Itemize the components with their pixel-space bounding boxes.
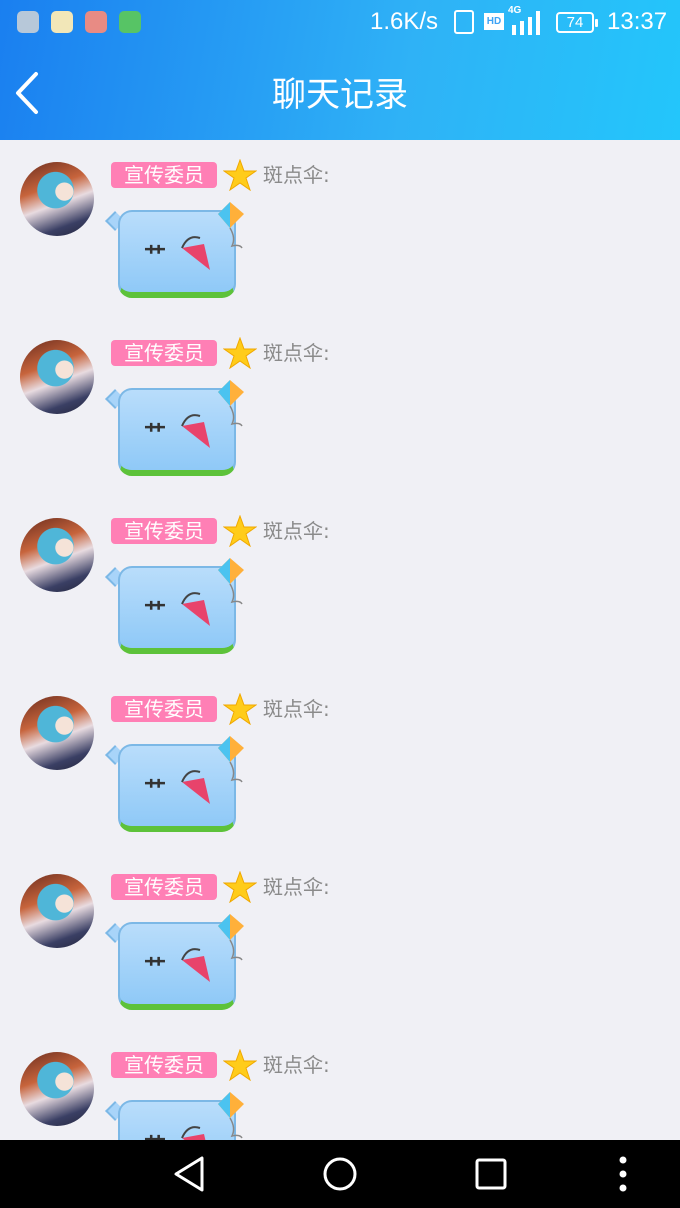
hd-icon: HD: [484, 13, 504, 30]
sender-name: 斑点伞:: [263, 519, 330, 543]
list-item: 宣传委员 斑点伞: 艹: [0, 674, 680, 852]
kite-icon: [218, 202, 244, 249]
message-bubble[interactable]: 艹: [105, 912, 250, 1024]
role-badge: 宣传委员: [111, 162, 217, 188]
star-icon: [223, 159, 257, 191]
wechat-icon: [119, 11, 141, 33]
message-text: 艹: [144, 422, 166, 447]
signal-icon: [512, 11, 540, 35]
list-item: 宣传委员 斑点伞: 艹: [0, 496, 680, 674]
sender-name: 斑点伞:: [263, 163, 330, 187]
message-bubble[interactable]: 艹: [105, 734, 250, 846]
message-bubble[interactable]: 艹: [105, 1090, 250, 1140]
star-icon: [223, 515, 257, 547]
kite-icon: [218, 736, 244, 783]
role-badge: 宣传委员: [111, 1052, 217, 1078]
sender-name: 斑点伞:: [263, 341, 330, 365]
avatar[interactable]: [20, 518, 94, 592]
avatar[interactable]: [20, 874, 94, 948]
gallery-icon: [17, 11, 39, 33]
kite-icon: [218, 380, 244, 427]
role-badge: 宣传委员: [111, 518, 217, 544]
sender-name: 斑点伞:: [263, 875, 330, 899]
kite-icon: [218, 914, 244, 961]
kite-icon: [218, 558, 244, 605]
recents-square-icon[interactable]: [471, 1154, 511, 1194]
avatar[interactable]: [20, 162, 94, 236]
weibo-icon: [85, 11, 107, 33]
system-nav-bar: [0, 1140, 680, 1208]
page-title: 聊天记录: [272, 75, 408, 115]
message-text: 艹: [144, 956, 166, 981]
star-icon: [223, 871, 257, 903]
role-badge: 宣传委员: [111, 340, 217, 366]
star-app-icon: [51, 11, 73, 33]
clock: 13:37: [607, 8, 668, 35]
chat-history-list[interactable]: 宣传委员 斑点伞: 艹 宣传委员 斑点伞: 艹 宣传委员 斑点伞: 艹 宣传委员…: [0, 140, 680, 1140]
message-bubble[interactable]: 艹: [105, 200, 250, 312]
avatar[interactable]: [20, 696, 94, 770]
vibrate-icon: [454, 10, 474, 34]
list-item: 宣传委员 斑点伞: 艹: [0, 318, 680, 496]
sender-name: 斑点伞:: [263, 1053, 330, 1077]
message-text: 艹: [144, 244, 166, 269]
message-bubble[interactable]: 艹: [105, 556, 250, 668]
status-bar: 1.6K/s HD 4G 74 13:37: [0, 0, 680, 46]
avatar[interactable]: [20, 340, 94, 414]
network-speed: 1.6K/s: [370, 8, 439, 35]
message-bubble[interactable]: 艹: [105, 378, 250, 490]
sender-name: 斑点伞:: [263, 697, 330, 721]
role-badge: 宣传委员: [111, 874, 217, 900]
message-text: 艹: [144, 778, 166, 803]
top-bar: 1.6K/s HD 4G 74 13:37 聊天记录: [0, 0, 680, 140]
more-dots-icon[interactable]: [603, 1154, 643, 1194]
star-icon: [223, 693, 257, 725]
kite-icon: [218, 1092, 244, 1139]
role-badge: 宣传委员: [111, 696, 217, 722]
star-icon: [223, 1049, 257, 1081]
back-triangle-icon[interactable]: [170, 1154, 210, 1194]
message-text: 艹: [144, 600, 166, 625]
battery-icon: 74: [556, 12, 598, 33]
list-item: 宣传委员 斑点伞: 艹: [0, 852, 680, 1030]
star-icon: [223, 337, 257, 369]
message-text: 艹: [144, 1128, 166, 1140]
list-item: 宣传委员 斑点伞: 艹: [0, 1030, 680, 1140]
home-circle-icon[interactable]: [320, 1154, 360, 1194]
list-item: 宣传委员 斑点伞: 艹: [0, 140, 680, 318]
avatar[interactable]: [20, 1052, 94, 1126]
